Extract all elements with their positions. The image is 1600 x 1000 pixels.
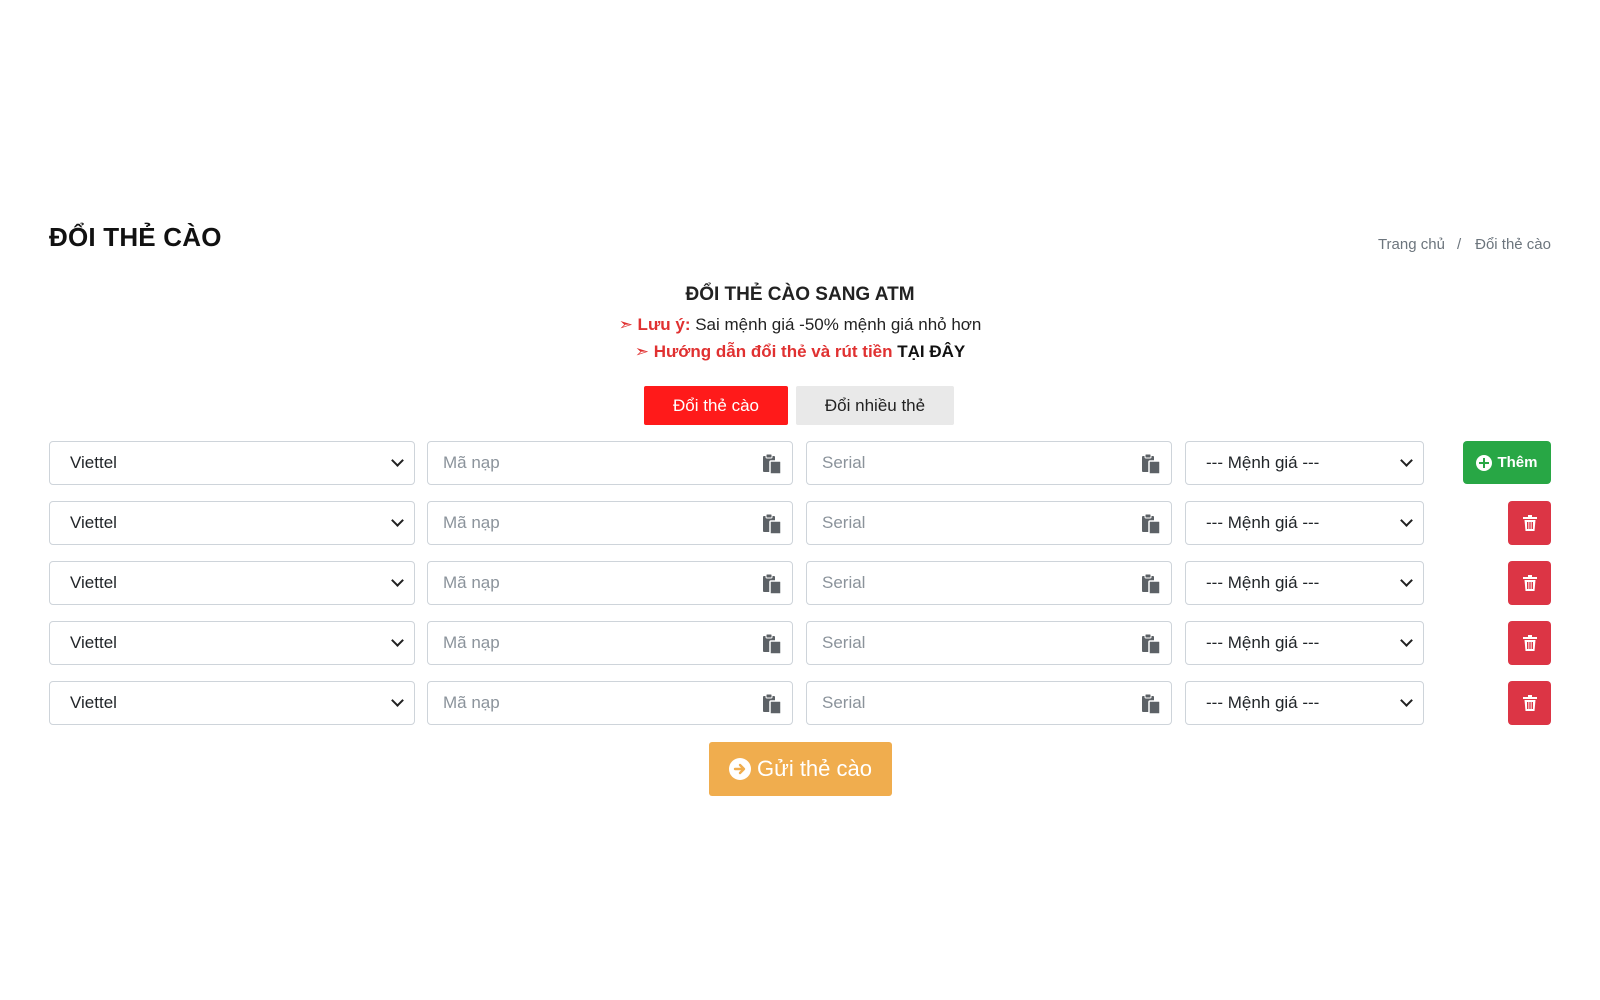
delete-row-button[interactable] [1508, 621, 1551, 665]
card-value-select[interactable]: --- Mệnh giá --- [1185, 621, 1424, 665]
card-code-input[interactable]: Mã nạp [427, 561, 793, 605]
card-code-input[interactable]: Mã nạp [427, 441, 793, 485]
card-row: Viettel Mã nạp Serial --- Mệnh giá --- T… [49, 441, 1551, 485]
mode-tabs: Đổi thẻ cào Đổi nhiều thẻ [644, 386, 954, 425]
card-value-select[interactable]: --- Mệnh giá --- [1185, 681, 1424, 725]
paste-icon[interactable] [762, 513, 782, 535]
paste-icon[interactable] [762, 453, 782, 475]
paste-icon[interactable] [1141, 513, 1161, 535]
network-select-value: Viettel [70, 693, 117, 712]
paste-icon[interactable] [762, 633, 782, 655]
notice-guide: ➣ Hướng dẫn đổi thẻ và rút tiền TẠI ĐÂY [0, 342, 1600, 362]
card-value-select[interactable]: --- Mệnh giá --- [1185, 561, 1424, 605]
chevron-down-icon [391, 574, 404, 587]
add-row-label: Thêm [1497, 454, 1538, 471]
chevron-down-icon [391, 694, 404, 707]
card-code-placeholder: Mã nạp [443, 453, 500, 472]
page-header: ĐỔI THẺ CÀO Trang chủ / Đổi thẻ cào [49, 222, 1551, 262]
card-code-input[interactable]: Mã nạp [427, 681, 793, 725]
trash-icon [1522, 575, 1537, 591]
breadcrumb: Trang chủ / Đổi thẻ cào [1378, 236, 1551, 253]
notice-warning-text: Sai mệnh giá -50% mệnh giá nhỏ hơn [695, 315, 982, 334]
breadcrumb-current: Đổi thẻ cào [1475, 236, 1551, 253]
card-code-placeholder: Mã nạp [443, 513, 500, 532]
chevron-down-icon [391, 454, 404, 467]
network-select-value: Viettel [70, 633, 117, 652]
chevron-down-icon [391, 634, 404, 647]
network-select-value: Viettel [70, 513, 117, 532]
chevron-down-icon [1400, 454, 1413, 467]
page-title: ĐỔI THẺ CÀO [49, 222, 222, 252]
card-code-placeholder: Mã nạp [443, 693, 500, 712]
card-row: Viettel Mã nạp Serial --- Mệnh giá --- [49, 501, 1551, 545]
breadcrumb-separator: / [1456, 236, 1462, 253]
paste-icon[interactable] [1141, 573, 1161, 595]
card-value-select-value: --- Mệnh giá --- [1206, 513, 1320, 532]
paste-icon[interactable] [1141, 633, 1161, 655]
network-select-value: Viettel [70, 573, 117, 592]
card-code-input[interactable]: Mã nạp [427, 621, 793, 665]
network-select[interactable]: Viettel [49, 561, 415, 605]
submit-cards-button[interactable]: Gửi thẻ cào [709, 742, 892, 796]
breadcrumb-home-link[interactable]: Trang chủ [1378, 236, 1445, 253]
serial-input[interactable]: Serial [806, 681, 1172, 725]
card-value-select[interactable]: --- Mệnh giá --- [1185, 501, 1424, 545]
serial-placeholder: Serial [822, 573, 866, 592]
trash-icon [1522, 695, 1537, 711]
trash-icon [1522, 515, 1537, 531]
chevron-down-icon [1400, 514, 1413, 527]
add-row-button[interactable]: Thêm [1463, 441, 1551, 484]
plus-circle-icon [1476, 454, 1493, 471]
delete-row-button[interactable] [1508, 681, 1551, 725]
network-select[interactable]: Viettel [49, 621, 415, 665]
serial-input[interactable]: Serial [806, 621, 1172, 665]
delete-row-button[interactable] [1508, 501, 1551, 545]
card-value-select-value: --- Mệnh giá --- [1206, 633, 1320, 652]
delete-row-button[interactable] [1508, 561, 1551, 605]
trash-icon [1522, 635, 1537, 651]
notice-guide-text: ➣ Hướng dẫn đổi thẻ và rút tiền [634, 342, 893, 361]
serial-placeholder: Serial [822, 693, 866, 712]
notice-warning: ➣ Lưu ý: Sai mệnh giá -50% mệnh giá nhỏ … [0, 315, 1600, 335]
card-value-select-value: --- Mệnh giá --- [1206, 453, 1320, 472]
notice-guide-link[interactable]: TẠI ĐÂY [897, 342, 965, 361]
card-code-input[interactable]: Mã nạp [427, 501, 793, 545]
serial-placeholder: Serial [822, 633, 866, 652]
network-select-value: Viettel [70, 453, 117, 472]
network-select[interactable]: Viettel [49, 681, 415, 725]
serial-input[interactable]: Serial [806, 561, 1172, 605]
notice-title: ĐỔI THẺ CÀO SANG ATM [685, 284, 915, 305]
chevron-down-icon [1400, 574, 1413, 587]
chevron-down-icon [391, 514, 404, 527]
notice-warning-label: ➣ Lưu ý: [618, 315, 691, 334]
card-row: Viettel Mã nạp Serial --- Mệnh giá --- [49, 561, 1551, 605]
card-value-select[interactable]: --- Mệnh giá --- [1185, 441, 1424, 485]
serial-input[interactable]: Serial [806, 501, 1172, 545]
tab-single-card[interactable]: Đổi thẻ cào [644, 386, 788, 425]
card-value-select-value: --- Mệnh giá --- [1206, 573, 1320, 592]
network-select[interactable]: Viettel [49, 501, 415, 545]
serial-input[interactable]: Serial [806, 441, 1172, 485]
card-value-select-value: --- Mệnh giá --- [1206, 693, 1320, 712]
card-row: Viettel Mã nạp Serial --- Mệnh giá --- [49, 681, 1551, 725]
submit-cards-label: Gửi thẻ cào [756, 756, 872, 781]
serial-placeholder: Serial [822, 513, 866, 532]
card-code-placeholder: Mã nạp [443, 573, 500, 592]
chevron-down-icon [1400, 634, 1413, 647]
paste-icon[interactable] [1141, 693, 1161, 715]
arrow-right-circle-icon [728, 758, 751, 780]
paste-icon[interactable] [1141, 453, 1161, 475]
paste-icon[interactable] [762, 693, 782, 715]
network-select[interactable]: Viettel [49, 441, 415, 485]
serial-placeholder: Serial [822, 453, 866, 472]
tab-multiple-cards[interactable]: Đổi nhiều thẻ [796, 386, 954, 425]
chevron-down-icon [1400, 694, 1413, 707]
paste-icon[interactable] [762, 573, 782, 595]
card-row: Viettel Mã nạp Serial --- Mệnh giá --- [49, 621, 1551, 665]
card-code-placeholder: Mã nạp [443, 633, 500, 652]
